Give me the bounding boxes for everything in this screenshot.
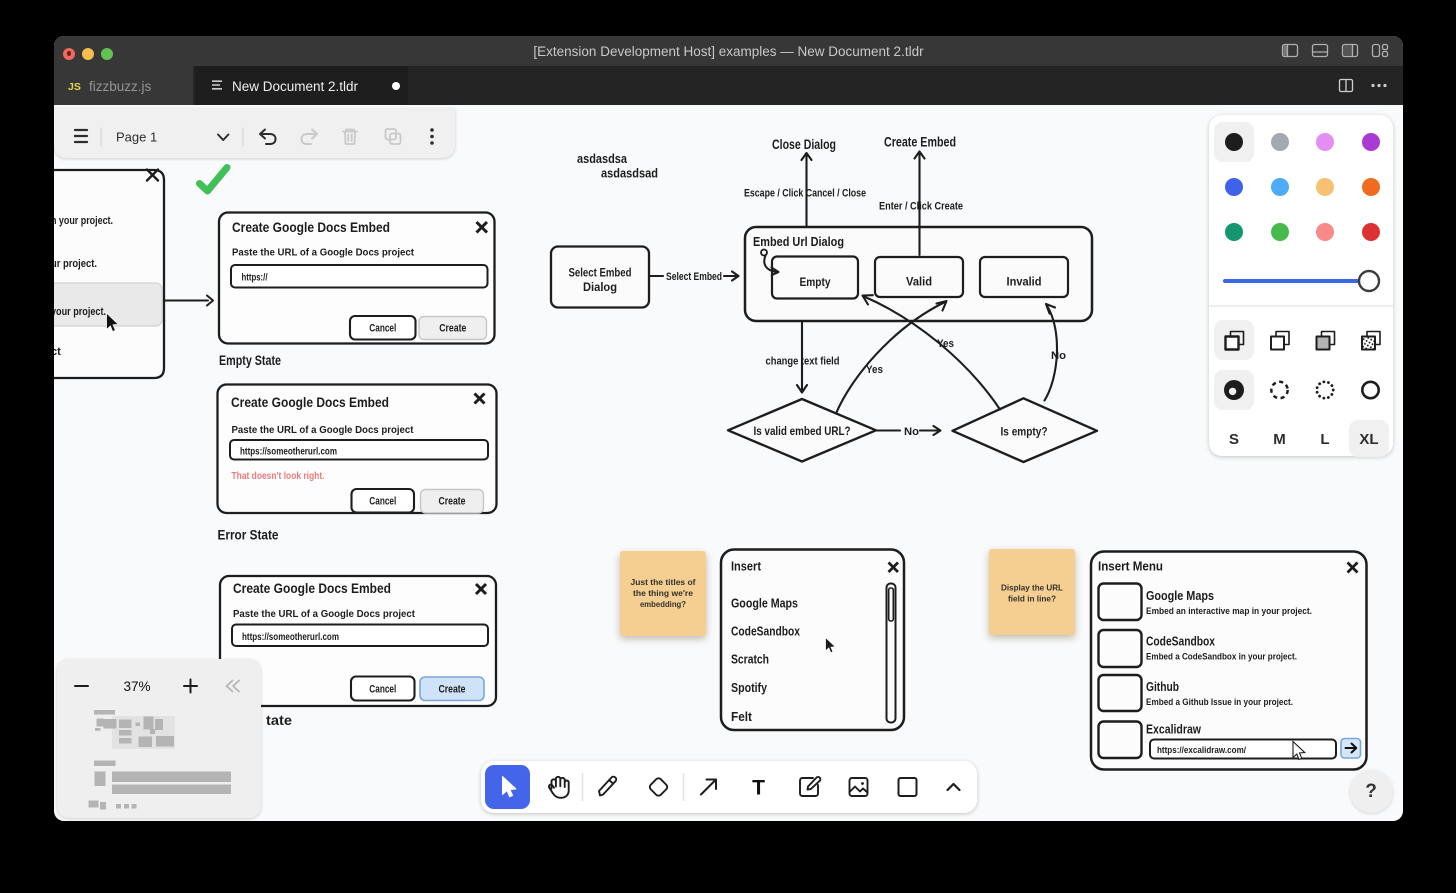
svg-text:Paste the URL of a Google Docs: Paste the URL of a Google Docs project	[232, 247, 414, 259]
svg-text:Embed Url Dialog: Embed Url Dialog	[753, 234, 844, 249]
svg-text:Paste the URL of a Google Docs: Paste the URL of a Google Docs project	[233, 608, 415, 620]
svg-text:asdasdsa: asdasdsa	[577, 151, 628, 166]
svg-text:Close Dialog: Close Dialog	[772, 137, 836, 152]
svg-text:Yes: Yes	[866, 364, 883, 376]
svg-text:Create Google Docs Embed: Create Google Docs Embed	[232, 219, 390, 235]
svg-text:tate: tate	[266, 713, 293, 728]
svg-text:embedding?: embedding?	[640, 599, 686, 609]
svg-text:Cancel: Cancel	[369, 684, 396, 696]
svg-text:your project.: your project.	[54, 306, 106, 318]
svg-text:Is empty?: Is empty?	[1001, 427, 1048, 439]
svg-text:Create Google Docs Embed: Create Google Docs Embed	[233, 580, 391, 596]
svg-text:the thing we're: the thing we're	[633, 588, 693, 598]
svg-text:Invalid: Invalid	[1007, 275, 1042, 289]
svg-text:https://someotherurl.com: https://someotherurl.com	[240, 446, 337, 458]
svg-text:Select Embed: Select Embed	[569, 268, 632, 280]
svg-text:Is valid embed URL?: Is valid embed URL?	[754, 426, 851, 438]
svg-text:Select Embed: Select Embed	[666, 271, 722, 283]
svg-text:Google Maps: Google Maps	[1146, 588, 1214, 603]
svg-text:Github: Github	[1146, 679, 1179, 694]
svg-text:Page 1: Page 1	[116, 130, 157, 145]
svg-text:Create: Create	[439, 496, 466, 508]
svg-text:https://someotherurl.com: https://someotherurl.com	[242, 631, 339, 643]
svg-text:https://excalidraw.com/: https://excalidraw.com/	[1157, 745, 1246, 756]
svg-text:ct: ct	[54, 346, 61, 358]
svg-text:Create: Create	[439, 684, 466, 696]
svg-text:CodeSandbox: CodeSandbox	[731, 625, 800, 639]
svg-text:Valid: Valid	[906, 275, 932, 289]
svg-text:No: No	[1051, 350, 1066, 362]
svg-text:Embed an interactive map in yo: Embed an interactive map in your project…	[1146, 606, 1312, 616]
svg-text:Yes: Yes	[937, 338, 954, 350]
svg-text:asdasdsad: asdasdsad	[601, 166, 658, 181]
svg-text:Display the URL: Display the URL	[1001, 583, 1063, 593]
svg-text:ur project.: ur project.	[54, 258, 97, 270]
svg-text:37%: 37%	[123, 679, 150, 694]
svg-text:Cancel: Cancel	[369, 496, 396, 508]
svg-text:field in line?: field in line?	[1008, 594, 1056, 604]
svg-text:Error State: Error State	[218, 528, 279, 543]
svg-text:Escape / Click Cancel / Close: Escape / Click Cancel / Close	[744, 188, 866, 200]
svg-text:Enter / Click Create: Enter / Click Create	[879, 201, 963, 213]
svg-text:Cancel: Cancel	[369, 323, 396, 335]
svg-text:Empty State: Empty State	[219, 353, 281, 368]
svg-text:Create Embed: Create Embed	[884, 135, 956, 150]
svg-text:Create Google Docs Embed: Create Google Docs Embed	[231, 394, 389, 410]
svg-text:Insert: Insert	[731, 560, 762, 574]
svg-text:T: T	[752, 777, 765, 800]
svg-text:Empty: Empty	[800, 275, 831, 289]
svg-text:CodeSandbox: CodeSandbox	[1146, 634, 1216, 649]
svg-text:That doesn't look right.: That doesn't look right.	[232, 470, 325, 482]
svg-text:No: No	[904, 426, 919, 438]
svg-text:Google Maps: Google Maps	[731, 597, 798, 611]
svg-text:https://: https://	[242, 272, 268, 284]
svg-text:Insert Menu: Insert Menu	[1098, 559, 1163, 574]
svg-text:Just the titles of: Just the titles of	[631, 577, 696, 587]
svg-text:Create: Create	[439, 323, 466, 335]
svg-text:Scratch: Scratch	[731, 653, 769, 667]
svg-text:change text field: change text field	[766, 356, 840, 368]
svg-text:Paste the URL of a Google Docs: Paste the URL of a Google Docs project	[232, 424, 414, 436]
svg-text:Felt: Felt	[731, 710, 753, 724]
svg-text:Dialog: Dialog	[583, 282, 617, 294]
svg-text:n your project.: n your project.	[54, 215, 113, 227]
svg-text:Embed a CodeSandbox in your pr: Embed a CodeSandbox in your project.	[1146, 652, 1297, 662]
svg-text:Excalidraw: Excalidraw	[1146, 722, 1202, 737]
svg-text:Spotify: Spotify	[731, 681, 767, 695]
svg-text:Embed a Github Issue in your p: Embed a Github Issue in your project.	[1146, 697, 1293, 707]
